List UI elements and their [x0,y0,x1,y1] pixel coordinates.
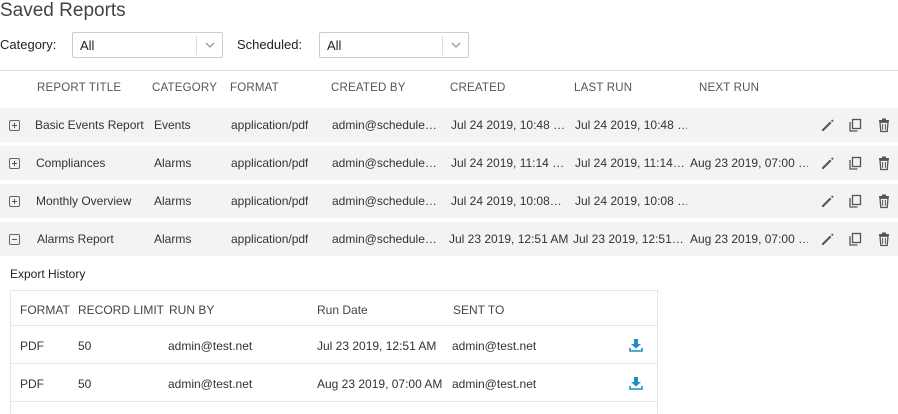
report-created: Jul 24 2019, 11:14 … [451,156,565,170]
report-next-run: Aug 23 2019, 07:00 … [690,156,808,170]
history-header-record-limit: RECORD LIMIT [78,303,165,317]
category-label: Category: [0,37,57,52]
download-icon[interactable] [629,338,643,352]
trash-icon[interactable] [876,117,892,133]
chevron-down-icon [442,36,468,55]
report-title: Basic Events Report [35,118,144,132]
column-header-category[interactable]: CATEGORY [152,82,217,94]
report-title: Monthly Overview [36,194,132,208]
plus-square-icon[interactable] [9,158,20,169]
export-history-title: Export History [10,267,86,281]
history-header-format: FORMAT [20,303,70,317]
category-select-value: All [80,38,95,53]
history-sent-to: admin@test.net [452,377,537,391]
report-created: Jul 24 2019, 10:48 … [451,118,566,132]
report-created-by: admin@schedule… [332,118,437,132]
plus-square-icon[interactable] [9,196,20,207]
report-category: Alarms [154,194,192,208]
export-history-table: FORMAT RECORD LIMIT RUN BY Run Date SENT… [10,290,658,414]
copy-icon[interactable] [847,193,863,209]
report-category: Events [154,118,191,132]
column-header-report-title[interactable]: REPORT TITLE [37,82,121,94]
history-run-date: Aug 23 2019, 07:00 AM [317,377,443,391]
table-row[interactable]: Compliances Alarms application/pdf admin… [0,146,898,180]
history-format: PDF [20,339,44,353]
report-category: Alarms [154,232,192,246]
report-next-run: Aug 23 2019, 07:00 … [690,232,808,246]
column-header-next-run[interactable]: NEXT RUN [699,82,759,94]
copy-icon[interactable] [847,155,863,171]
report-created: Jul 24 2019, 10:08… [451,194,562,208]
report-created: Jul 23 2019, 12:51 AM [449,232,569,246]
pencil-icon[interactable] [819,231,835,247]
column-header-created[interactable]: CREATED [450,82,506,94]
minus-square-icon[interactable] [9,234,20,245]
divider [0,70,898,71]
report-format: application/pdf [231,232,309,246]
pencil-icon[interactable] [819,155,835,171]
column-header-format[interactable]: FORMAT [230,82,279,94]
trash-icon[interactable] [876,231,892,247]
page-title: Saved Reports [0,0,126,21]
history-header-run-by: RUN BY [169,303,215,317]
history-header-run-date: Run Date [317,303,368,317]
report-format: application/pdf [231,118,309,132]
table-row[interactable]: Monthly Overview Alarms application/pdf … [0,184,898,218]
report-format: application/pdf [231,194,309,208]
copy-icon[interactable] [847,231,863,247]
pencil-icon[interactable] [819,193,835,209]
history-row-divider [11,401,657,414]
history-record-limit: 50 [78,339,92,353]
scheduled-select[interactable]: All [319,32,469,58]
report-created-by: admin@schedule… [332,156,437,170]
column-header-created-by[interactable]: CREATED BY [331,82,406,94]
report-category: Alarms [154,156,192,170]
history-run-date: Jul 23 2019, 12:51 AM [317,339,437,353]
pencil-icon[interactable] [819,117,835,133]
scheduled-select-value: All [327,38,342,53]
filter-bar: Category: All Scheduled: All [0,32,898,58]
history-run-by: admin@test.net [168,377,253,391]
trash-icon[interactable] [876,155,892,171]
report-created-by: admin@schedule… [332,194,437,208]
history-record-limit: 50 [78,377,92,391]
copy-icon[interactable] [847,117,863,133]
scheduled-label: Scheduled: [237,37,303,52]
history-run-by: admin@test.net [168,339,253,353]
table-row[interactable]: Alarms Report Alarms application/pdf adm… [0,222,898,256]
download-icon[interactable] [629,376,643,390]
history-row: PDF 50 admin@test.net Aug 23 2019, 07:00… [11,363,657,401]
report-title: Compliances [36,156,106,170]
history-sent-to: admin@test.net [452,339,537,353]
plus-square-icon[interactable] [9,120,20,131]
report-last-run: Jul 24 2019, 11:14… [575,156,685,170]
category-select[interactable]: All [72,32,223,58]
report-last-run: Jul 24 2019, 10:48 … [575,118,687,132]
history-format: PDF [20,377,44,391]
chevron-down-icon [196,36,222,55]
report-format: application/pdf [231,156,309,170]
report-last-run: Jul 23 2019, 12:51… [573,232,684,246]
report-title: Alarms Report [37,232,114,246]
history-row: PDF 50 admin@test.net Jul 23 2019, 12:51… [11,325,657,363]
report-last-run: Jul 24 2019, 10:08 … [575,194,687,208]
table-row[interactable]: Basic Events Report Events application/p… [0,108,898,142]
report-created-by: admin@schedule… [332,232,437,246]
column-header-last-run[interactable]: LAST RUN [574,82,632,94]
history-header-sent-to: SENT TO [453,303,505,317]
trash-icon[interactable] [876,193,892,209]
